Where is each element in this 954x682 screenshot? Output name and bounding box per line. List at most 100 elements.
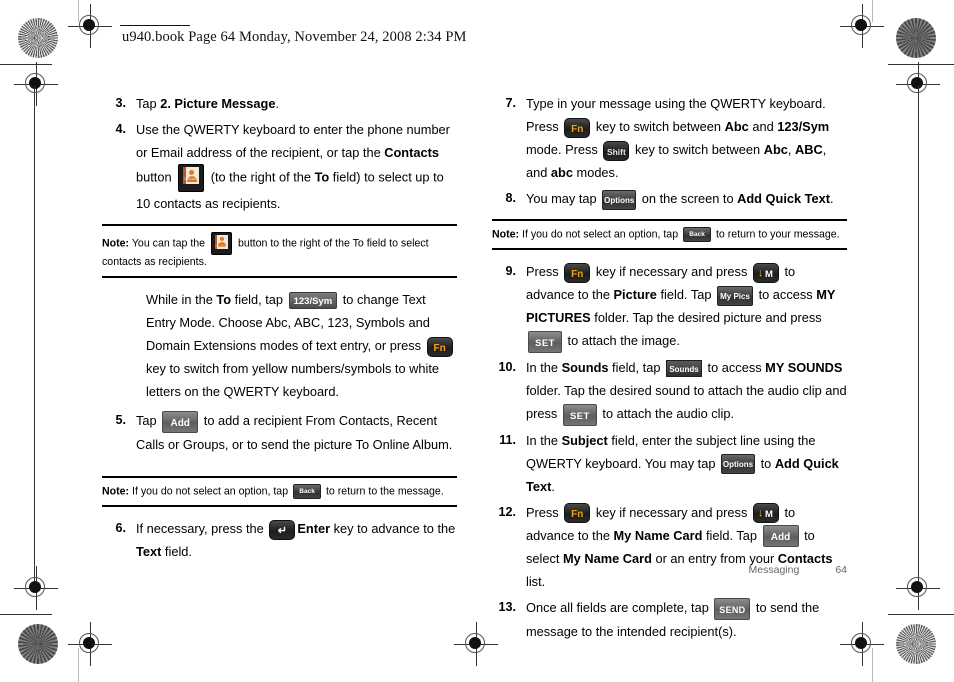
fn-key-icon[interactable]: Fn <box>564 503 591 524</box>
note-2-t1: If you do not select an option, tap <box>129 484 292 497</box>
step-4-number: 4. <box>115 122 126 136</box>
calibration-star-bottom-right <box>896 624 936 664</box>
step-13: 13. Once all fields are complete, tap SE… <box>492 596 847 643</box>
step-3-t2: . <box>275 96 279 111</box>
m-key-label: M <box>764 268 773 280</box>
registration-mark-bottom-right-inner <box>896 566 940 610</box>
step-11-t1: In the <box>526 432 562 448</box>
shift-key-icon[interactable]: Shift <box>603 140 630 161</box>
step-6-text: If necessary, press the ↵ Enter key to ad… <box>136 517 457 563</box>
registration-mark-top-right-inner <box>896 62 940 106</box>
step-9: 9. Press Fn key if necessary and press ↓… <box>492 260 847 353</box>
step-7-t2: key to switch between <box>592 119 725 134</box>
step-12-number: 12. <box>498 504 516 519</box>
step-6-t1: If necessary, press the <box>136 520 268 536</box>
contacts-button-icon[interactable]: Contacts <box>178 164 205 192</box>
registration-mark-bottom-left-inner <box>14 566 58 610</box>
step-12-t1: Press <box>526 504 563 520</box>
step-4-t2: button <box>136 169 176 185</box>
note-3-label: Note: <box>492 228 520 241</box>
step-4-b2: To <box>314 169 330 185</box>
step-7: 7. Type in your message using the QWERTY… <box>492 92 847 184</box>
step-4-t3: (to the right of the <box>207 169 315 185</box>
enter-key-icon[interactable]: ↵ <box>269 519 296 540</box>
sounds-key-icon[interactable]: Sounds <box>666 360 702 378</box>
step-4-text: Use the QWERTY keyboard to enter the pho… <box>136 118 457 215</box>
step-8-b1: Add Quick Text <box>737 191 831 206</box>
step-12-text: Press Fn key if necessary and press ↓ M t… <box>526 501 847 594</box>
down-arrow-icon: ↓ <box>757 507 764 520</box>
step-7-t4: mode. Press <box>526 142 602 157</box>
step-10-b1: Sounds <box>561 359 609 375</box>
step-9-t6: folder. Tap the desired picture and pres… <box>590 310 822 326</box>
m-key-icon[interactable]: ↓ M <box>752 503 779 524</box>
step-9-number: 9. <box>505 264 516 279</box>
send-key-icon[interactable]: SEND <box>714 597 751 620</box>
step-11-b1: Subject <box>561 432 608 448</box>
fn-key-icon[interactable]: Fn <box>564 117 591 138</box>
para-1-t2: field, tap <box>231 292 287 307</box>
step-12-b1: My Name Card <box>613 527 703 543</box>
right-column: 7. Type in your message using the QWERTY… <box>492 92 847 646</box>
trim-line-bottom-left <box>0 614 52 616</box>
back-key-icon[interactable]: Back <box>293 483 322 499</box>
step-12: 12. Press Fn key if necessary and press … <box>492 501 847 594</box>
footer-chapter-name: Messaging <box>748 564 800 576</box>
set-key-icon[interactable]: SET <box>562 403 597 426</box>
step-7-b4: ABC <box>795 142 823 157</box>
step-13-t1: Once all fields are complete, tap <box>526 600 713 616</box>
note-2: Note: If you do not select an option, ta… <box>102 475 457 507</box>
down-arrow-icon: ↓ <box>757 266 764 279</box>
step-8-t1: You may tap <box>526 191 601 206</box>
step-10-t5: to attach the audio clip. <box>598 405 735 421</box>
step-12-t2: key if necessary and press <box>592 504 751 520</box>
step-9-t2: key if necessary and press <box>592 264 751 280</box>
step-7-t5: key to switch between <box>631 142 764 157</box>
step-5: 5. Tap Add to add a recipient From Conta… <box>102 409 457 456</box>
mypics-key-icon[interactable]: My Pics <box>717 285 754 306</box>
back-key-icon[interactable]: Back <box>683 227 712 242</box>
step-13-number: 13. <box>498 600 516 615</box>
step-6-number: 6. <box>115 520 126 535</box>
add-key-icon[interactable]: Add <box>162 410 199 433</box>
step-7-b2: 123/Sym <box>777 119 830 134</box>
contacts-icon-caption: Contacts <box>183 176 199 181</box>
set-key-icon[interactable]: SET <box>528 330 562 353</box>
sym-key-icon[interactable]: 123/Sym <box>288 292 338 310</box>
step-7-t8: modes. <box>572 165 619 180</box>
note-3: Note: If you do not select an option, ta… <box>492 219 847 251</box>
fn-key-icon[interactable]: Fn <box>564 262 591 283</box>
options-key-icon[interactable]: Options <box>721 454 756 475</box>
add-key-icon[interactable]: Add <box>762 525 799 548</box>
step-4: 4. Use the QWERTY keyboard to enter the … <box>102 118 457 215</box>
step-6-t3: field. <box>161 543 192 559</box>
step-7-b5: abc <box>550 165 573 180</box>
m-key-label: M <box>764 509 773 521</box>
step-4-b1: Contacts <box>384 145 439 160</box>
step-10-t3: to access <box>704 359 766 375</box>
step-8-text: You may tap Options on the screen to Add… <box>526 187 847 210</box>
fold-line-top-left <box>78 0 80 22</box>
fn-key-icon[interactable]: Fn <box>426 336 453 357</box>
step-6-b1: Enter <box>297 520 331 536</box>
step-11-text: In the Subject field, enter the subject … <box>526 429 847 498</box>
contacts-button-icon-note[interactable]: Contacts <box>211 232 233 255</box>
registration-mark-bottom-left <box>68 622 112 666</box>
registration-mark-top-right <box>840 4 884 48</box>
registration-mark-top-left-inner <box>14 62 58 106</box>
para-1-t4: key to switch from yellow numbers/symbol… <box>146 361 440 399</box>
note-2-label: Note: <box>102 484 130 497</box>
step-10-b2: MY SOUNDS <box>765 359 843 375</box>
note-1-label: Note: <box>102 237 130 250</box>
step-11-t4: . <box>551 478 555 494</box>
step-9-t1: Press <box>526 264 563 280</box>
m-key-icon[interactable]: ↓ M <box>752 262 779 283</box>
step-13-text: Once all fields are complete, tap SEND t… <box>526 596 847 643</box>
step-8-number: 8. <box>505 191 516 205</box>
step-11-number: 11. <box>499 432 516 447</box>
note-3-t2: to return to your message. <box>713 228 840 241</box>
step-9-t5: to access <box>755 287 817 303</box>
options-key-icon[interactable]: Options <box>602 189 637 210</box>
step-7-text: Type in your message using the QWERTY ke… <box>526 92 847 184</box>
step-3-t1: Tap <box>136 96 161 111</box>
